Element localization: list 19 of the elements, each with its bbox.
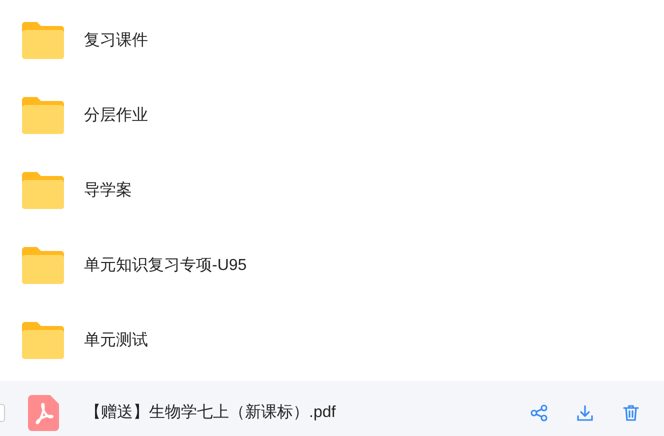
file-row[interactable]: 【赠送】生物学七上（新课标）.pdf — [0, 381, 664, 436]
trash-icon — [622, 404, 640, 422]
folder-icon — [22, 247, 64, 284]
folder-icon — [22, 22, 64, 59]
folder-name[interactable]: 单元测试 — [84, 328, 148, 352]
folder-name[interactable]: 复习课件 — [84, 28, 148, 52]
share-button[interactable] — [530, 404, 548, 422]
download-icon — [576, 404, 594, 422]
file-name[interactable]: 【赠送】生物学七上（新课标）.pdf — [85, 401, 336, 425]
folder-icon — [22, 172, 64, 209]
share-icon — [530, 404, 548, 422]
folder-icon — [22, 322, 64, 359]
download-button[interactable] — [576, 404, 594, 422]
folder-name[interactable]: 分层作业 — [84, 104, 148, 128]
pdf-file-icon — [28, 395, 59, 431]
folder-name[interactable]: 导学案 — [84, 178, 132, 202]
folder-icon — [22, 97, 64, 134]
delete-button[interactable] — [622, 404, 640, 422]
folder-name[interactable]: 单元知识复习专项-U95 — [84, 254, 247, 278]
